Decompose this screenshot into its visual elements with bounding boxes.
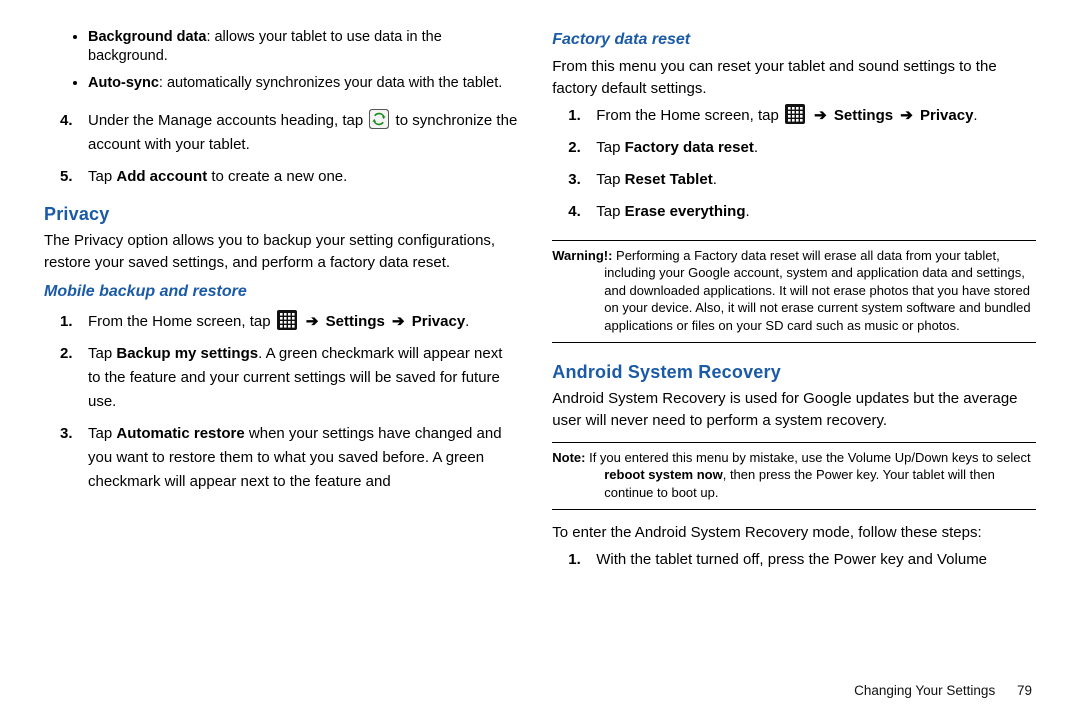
mob-s3-bold: Automatic restore xyxy=(116,425,244,442)
note-pre: If you entered this menu by mistake, use… xyxy=(585,450,1030,465)
factory-reset-steps: From the Home screen, tap ➔ Settings xyxy=(552,104,1036,232)
mob-s1-settings: Settings xyxy=(326,313,385,330)
mobile-backup-steps: From the Home screen, tap ➔ Settings xyxy=(44,310,518,502)
note-label: Note: xyxy=(552,450,585,465)
divider xyxy=(552,240,1036,241)
bullet-text: : automatically synchronizes your data w… xyxy=(159,75,502,91)
fac-s4-bold: Erase everything xyxy=(625,203,746,220)
asr-s1: With the tablet turned off, press the Po… xyxy=(596,551,987,568)
data-usage-bullets: Background data: allows your tablet to u… xyxy=(44,28,518,101)
fac-s1-privacy: Privacy xyxy=(920,107,973,124)
sync-icon xyxy=(369,109,389,129)
heading-asr: Android System Recovery xyxy=(552,359,1036,386)
step4-pre: Under the Manage accounts heading, tap xyxy=(88,112,367,129)
page-footer: Changing Your Settings 79 xyxy=(854,683,1032,698)
fac-s3-pre: Tap xyxy=(596,171,624,188)
fac-step-1: From the Home screen, tap ➔ Settings xyxy=(568,104,1036,128)
apps-grid-icon xyxy=(785,104,805,124)
mob-s3-pre: Tap xyxy=(88,425,116,442)
asr-step-1: With the tablet turned off, press the Po… xyxy=(568,548,1036,572)
asr-body: Android System Recovery is used for Goog… xyxy=(552,388,1036,432)
bullet-auto-sync: Auto-sync: automatically synchronizes yo… xyxy=(88,74,518,93)
warning-label: Warning!: xyxy=(552,248,612,263)
step5-post: to create a new one. xyxy=(207,168,347,185)
arrow-icon: ➔ xyxy=(389,313,408,330)
divider xyxy=(552,509,1036,510)
bullet-background-data: Background data: allows your tablet to u… xyxy=(88,28,518,66)
bullet-label: Background data xyxy=(88,29,206,45)
arrow-icon: ➔ xyxy=(811,107,830,124)
right-column: Factory data reset From this menu you ca… xyxy=(552,28,1036,700)
divider xyxy=(552,442,1036,443)
step5-pre: Tap xyxy=(88,168,116,185)
arrow-icon: ➔ xyxy=(303,313,322,330)
mob-step-3: Tap Automatic restore when your settings… xyxy=(60,422,518,494)
fac-s3-bold: Reset Tablet xyxy=(625,171,713,188)
asr-enter: To enter the Android System Recovery mod… xyxy=(552,522,1036,544)
heading-mobile-backup: Mobile backup and restore xyxy=(44,280,518,304)
footer-section: Changing Your Settings xyxy=(854,683,995,698)
mob-s1-pre: From the Home screen, tap xyxy=(88,313,275,330)
heading-factory-reset: Factory data reset xyxy=(552,28,1036,52)
heading-privacy: Privacy xyxy=(44,201,518,228)
fac-s2-bold: Factory data reset xyxy=(625,139,754,156)
mob-s2-pre: Tap xyxy=(88,345,116,362)
fac-s2-pre: Tap xyxy=(596,139,624,156)
mob-s1-privacy: Privacy xyxy=(412,313,465,330)
privacy-body: The Privacy option allows you to backup … xyxy=(44,230,518,274)
mob-step-2: Tap Backup my settings. A green checkmar… xyxy=(60,342,518,414)
manage-accounts-steps: Under the Manage accounts heading, tap t… xyxy=(44,109,518,197)
factory-reset-body: From this menu you can reset your tablet… xyxy=(552,56,1036,100)
mob-step-1: From the Home screen, tap ➔ Settings xyxy=(60,310,518,334)
apps-grid-icon xyxy=(277,310,297,330)
fac-s4-pre: Tap xyxy=(596,203,624,220)
left-column: Background data: allows your tablet to u… xyxy=(44,28,518,700)
warning-text: Performing a Factory data reset will era… xyxy=(604,248,1030,333)
fac-s1-pre: From the Home screen, tap xyxy=(596,107,783,124)
step5-bold: Add account xyxy=(116,168,207,185)
fac-step-2: Tap Factory data reset. xyxy=(568,136,1036,160)
note-block: Note: If you entered this menu by mistak… xyxy=(552,449,1036,502)
fac-step-4: Tap Erase everything. xyxy=(568,200,1036,224)
note-bold: reboot system now xyxy=(604,467,722,482)
footer-page-number: 79 xyxy=(999,683,1032,698)
step-5: Tap Add account to create a new one. xyxy=(60,165,518,189)
arrow-icon: ➔ xyxy=(897,107,916,124)
bullet-label: Auto-sync xyxy=(88,75,159,91)
fac-s1-settings: Settings xyxy=(834,107,893,124)
mob-s2-bold: Backup my settings xyxy=(116,345,258,362)
divider xyxy=(552,342,1036,343)
step-4: Under the Manage accounts heading, tap t… xyxy=(60,109,518,157)
manual-page: Background data: allows your tablet to u… xyxy=(0,0,1080,720)
fac-step-3: Tap Reset Tablet. xyxy=(568,168,1036,192)
asr-steps: With the tablet turned off, press the Po… xyxy=(552,548,1036,580)
warning-block: Warning!: Performing a Factory data rese… xyxy=(552,247,1036,335)
